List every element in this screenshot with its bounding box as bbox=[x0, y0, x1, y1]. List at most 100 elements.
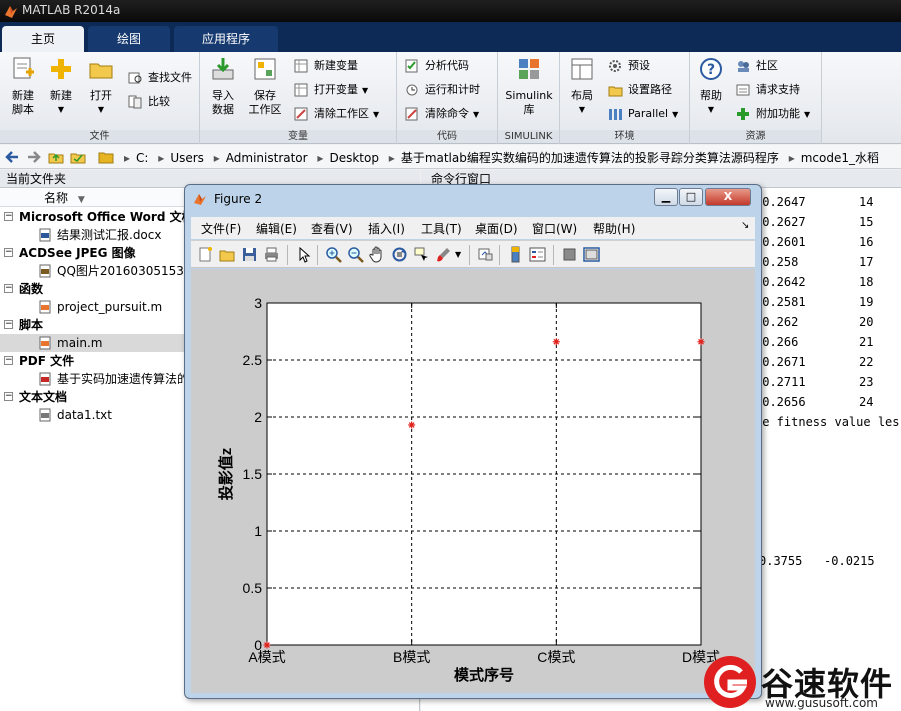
menu-edit[interactable]: 编辑(E) bbox=[256, 220, 297, 237]
legend-icon[interactable] bbox=[529, 246, 546, 263]
add-ons-button[interactable]: 附加功能 ▼ bbox=[734, 104, 810, 124]
back-arrow-icon[interactable] bbox=[4, 149, 20, 165]
collapse-toggle-icon[interactable]: − bbox=[4, 392, 13, 401]
script-file-icon bbox=[39, 336, 51, 350]
save-workspace-button[interactable]: 保存 工作区 bbox=[246, 56, 284, 117]
set-path-button[interactable]: 设置路径 bbox=[606, 80, 672, 100]
browse-folder-icon[interactable] bbox=[70, 149, 86, 165]
zoom-out-icon[interactable] bbox=[347, 246, 364, 263]
menu-insert[interactable]: 插入(I) bbox=[368, 220, 405, 237]
run-and-time-button[interactable]: 运行和计时 bbox=[403, 80, 480, 100]
tab-plots[interactable]: 绘图 bbox=[88, 26, 170, 52]
menu-window[interactable]: 窗口(W) bbox=[532, 220, 577, 237]
request-support-button[interactable]: 请求支持 bbox=[734, 80, 800, 100]
minimize-button[interactable]: ▁ bbox=[654, 188, 678, 206]
maximize-button[interactable]: □ bbox=[679, 188, 703, 206]
pan-hand-icon[interactable] bbox=[369, 246, 386, 263]
menu-dock-arrow-icon[interactable]: ↘ bbox=[741, 220, 749, 231]
tab-home[interactable]: 主页 bbox=[2, 26, 84, 52]
command-output-value: -0.2671 bbox=[755, 355, 806, 369]
new-button[interactable]: 新建 ▼ bbox=[46, 56, 76, 117]
file-group-label: ACDSee JPEG 图像 bbox=[19, 246, 136, 260]
menu-help[interactable]: 帮助(H) bbox=[593, 220, 635, 237]
compare-label: 比较 bbox=[148, 95, 170, 108]
collapse-toggle-icon[interactable]: − bbox=[4, 320, 13, 329]
open-button[interactable]: 打开 ▼ bbox=[86, 56, 116, 117]
menu-file[interactable]: 文件(F) bbox=[201, 220, 241, 237]
breadcrumb-item[interactable]: mcode1_水稻 bbox=[801, 151, 879, 165]
preferences-button[interactable]: 预设 bbox=[606, 56, 650, 76]
toolbar-separator bbox=[553, 245, 554, 265]
figure-title-bar[interactable]: Figure 2 ▁ □ X bbox=[185, 185, 761, 213]
up-folder-icon[interactable] bbox=[48, 149, 64, 165]
group-label-file: 文件 bbox=[0, 130, 199, 143]
menu-tools[interactable]: 工具(T) bbox=[421, 220, 462, 237]
ribbon-group-environment: 布局 ▼ 预设 设置路径 Parallel ▼ 环境 bbox=[560, 52, 690, 144]
community-button[interactable]: 社区 bbox=[734, 56, 778, 76]
group-label-code: 代码 bbox=[397, 130, 497, 143]
breadcrumb-item[interactable]: Administrator bbox=[226, 151, 308, 165]
open-file-icon[interactable] bbox=[219, 246, 236, 263]
parallel-button[interactable]: Parallel ▼ bbox=[606, 104, 678, 124]
data-cursor-icon[interactable] bbox=[413, 246, 430, 263]
print-icon[interactable] bbox=[263, 246, 280, 263]
hide-plot-tools-icon[interactable] bbox=[561, 246, 578, 263]
command-output-index: 15 bbox=[859, 215, 874, 229]
breadcrumb-item[interactable]: 基于matlab编程实数编码的加速遗传算法的投影寻踪分类算法源码程序 bbox=[401, 151, 779, 165]
new-script-button[interactable]: 新建 脚本 bbox=[6, 56, 40, 117]
layout-button[interactable]: 布局 ▼ bbox=[566, 56, 598, 117]
zoom-in-icon[interactable] bbox=[325, 246, 342, 263]
ribbon-group-resources: ? 帮助 ▼ 社区 请求支持 附加功能 ▼ 资源 bbox=[690, 52, 822, 144]
collapse-toggle-icon[interactable]: − bbox=[4, 248, 13, 257]
breadcrumb-item[interactable]: Desktop bbox=[329, 151, 379, 165]
svg-text:?: ? bbox=[707, 62, 715, 78]
import-data-button[interactable]: 导入 数据 bbox=[206, 56, 240, 117]
forward-arrow-icon[interactable] bbox=[26, 149, 42, 165]
colorbar-icon[interactable] bbox=[507, 246, 524, 263]
set-path-label: 设置路径 bbox=[628, 83, 672, 96]
group-label-resources: 资源 bbox=[690, 130, 821, 143]
pdf-file-icon bbox=[39, 372, 51, 386]
collapse-toggle-icon[interactable]: − bbox=[4, 284, 13, 293]
analyze-code-button[interactable]: 分析代码 bbox=[403, 56, 469, 76]
clear-commands-button[interactable]: 清除命令 ▼ bbox=[403, 104, 479, 124]
new-script-icon bbox=[13, 57, 34, 79]
find-files-label: 查找文件 bbox=[148, 71, 192, 84]
breadcrumb-item[interactable]: C: bbox=[136, 151, 148, 165]
tab-apps[interactable]: 应用程序 bbox=[174, 26, 278, 52]
y-tick-label: 1 bbox=[254, 523, 262, 539]
brush-icon[interactable] bbox=[435, 246, 452, 263]
show-plot-tools-icon[interactable] bbox=[583, 246, 600, 263]
command-output-value: -0.2647 bbox=[755, 195, 806, 209]
menu-desktop[interactable]: 桌面(D) bbox=[475, 220, 518, 237]
brush-dropdown-icon[interactable]: ▼ bbox=[455, 246, 463, 263]
collapse-toggle-icon[interactable]: − bbox=[4, 356, 13, 365]
collapse-toggle-icon[interactable]: − bbox=[4, 212, 13, 221]
link-plot-icon[interactable] bbox=[477, 246, 494, 263]
new-variable-button[interactable]: 新建变量 bbox=[292, 56, 358, 76]
rotate-3d-icon[interactable] bbox=[391, 246, 408, 263]
clear-workspace-label: 清除工作区 bbox=[314, 107, 369, 120]
find-files-button[interactable]: 查找文件 bbox=[126, 68, 192, 88]
simulink-library-button[interactable]: Simulink 库 bbox=[504, 56, 554, 117]
figure-canvas[interactable]: 0 0.5 1 1.5 2 2.5 3 A模式 B模式 C模式 D模式 模式序号 投影值z bbox=[191, 269, 755, 693]
x-tick-label: B模式 bbox=[393, 649, 430, 665]
breadcrumb-item[interactable]: Users bbox=[170, 151, 204, 165]
group-label-simulink: SIMULINK bbox=[498, 130, 559, 143]
figure-window[interactable]: Figure 2 ▁ □ X 文件(F) 编辑(E) 查看(V) 插入(I) 工… bbox=[184, 184, 762, 699]
toolbar-separator bbox=[499, 245, 500, 265]
save-icon[interactable] bbox=[241, 246, 258, 263]
close-button[interactable]: X bbox=[705, 188, 751, 206]
add-ons-icon bbox=[737, 108, 749, 120]
open-variable-button[interactable]: 打开变量 ▼ bbox=[292, 80, 368, 100]
ribbon: 新建 脚本 新建 ▼ 打开 ▼ 查找文件 比较 文件 导入 数据 保存 工作区 … bbox=[0, 52, 901, 144]
menu-view[interactable]: 查看(V) bbox=[311, 220, 353, 237]
y-tick-label: 0.5 bbox=[243, 580, 263, 596]
help-button[interactable]: ? 帮助 ▼ bbox=[696, 56, 726, 117]
new-figure-icon[interactable] bbox=[197, 246, 214, 263]
jpeg-file-icon bbox=[39, 264, 51, 278]
clear-workspace-button[interactable]: 清除工作区 ▼ bbox=[292, 104, 379, 124]
compare-button[interactable]: 比较 bbox=[126, 92, 170, 112]
projection-scatter-plot[interactable]: 00.511.522.53A模式 B模式 C模式 D模式模式序号投影值z bbox=[191, 269, 755, 693]
pointer-icon[interactable] bbox=[295, 246, 312, 263]
